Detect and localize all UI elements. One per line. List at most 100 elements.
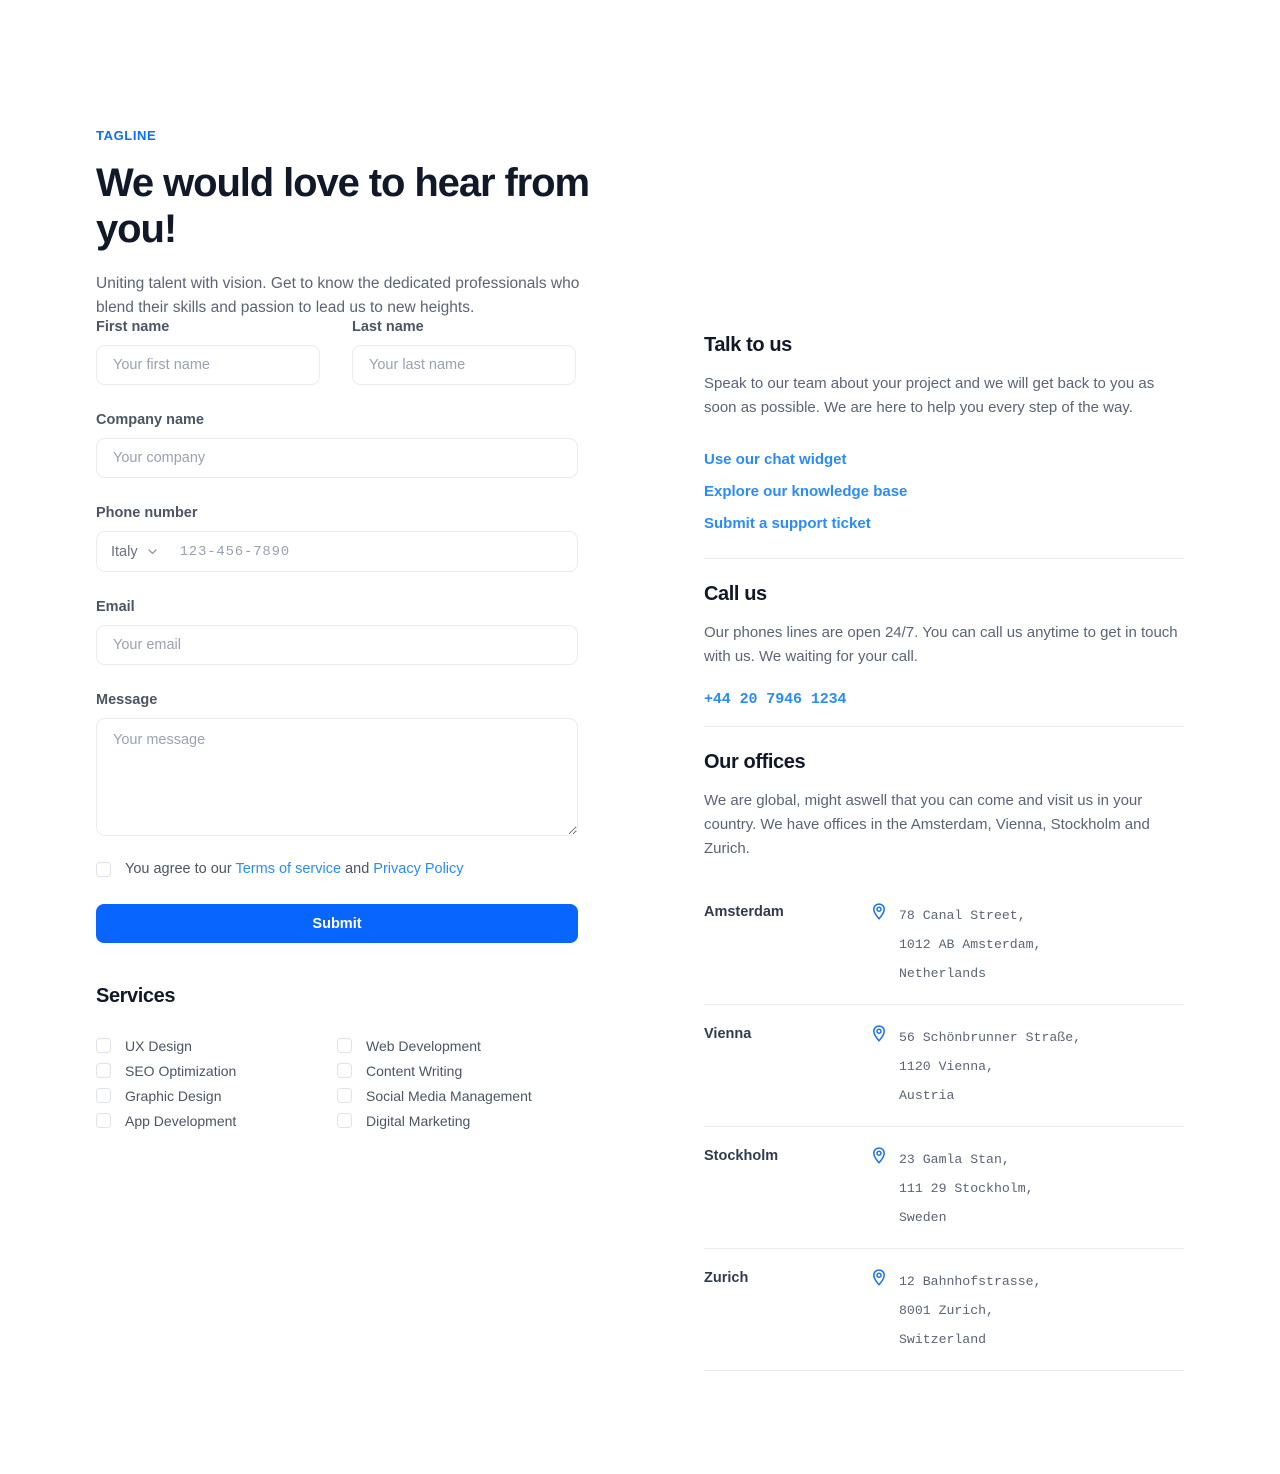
terms-text-before: You agree to our (125, 861, 236, 877)
office-row: Vienna 56 Schönbrunner Straße, 1120 Vien… (704, 1005, 1184, 1127)
map-pin-icon (873, 1025, 885, 1042)
service-option[interactable]: SEO Optimization (96, 1058, 337, 1083)
privacy-policy-link[interactable]: Privacy Policy (373, 861, 463, 877)
section-divider (704, 558, 1184, 559)
office-city: Stockholm (704, 1148, 779, 1164)
chevron-down-icon (147, 549, 157, 555)
country-select-value: Italy (111, 543, 138, 560)
office-city: Vienna (704, 1026, 752, 1042)
offices-list: Amsterdam 78 Canal Street, 1012 AB Amste… (704, 883, 1184, 1371)
service-option[interactable]: Digital Marketing (337, 1108, 578, 1133)
company-label: Company name (96, 412, 204, 428)
service-label: Digital Marketing (366, 1112, 471, 1129)
office-address-lines: 12 Bahnhofstrasse, 8001 Zurich, Switzerl… (899, 1267, 1041, 1354)
our-offices-section: Our offices We are global, might aswell … (704, 749, 1184, 1371)
submit-button[interactable]: Submit (96, 904, 578, 943)
office-address: 78 Canal Street, 1012 AB Amsterdam, Neth… (872, 901, 1041, 988)
email-label: Email (96, 599, 135, 615)
service-checkbox[interactable] (337, 1088, 352, 1103)
office-address-lines: 23 Gamla Stan, 111 29 Stockholm, Sweden (899, 1145, 1034, 1232)
last-name-field-group: Last name (352, 318, 576, 385)
address-line-3: Netherlands (899, 966, 987, 981)
message-textarea[interactable] (96, 718, 578, 836)
service-label: Content Writing (366, 1062, 463, 1079)
phone-number-input[interactable] (165, 542, 563, 561)
address-line-1: 12 Bahnhofstrasse, (899, 1274, 1042, 1289)
address-line-1: 56 Schönbrunner Straße, (899, 1030, 1082, 1045)
last-name-input[interactable] (352, 345, 576, 385)
map-pin-icon (873, 903, 885, 920)
section-divider (704, 726, 1184, 727)
service-checkbox[interactable] (337, 1038, 352, 1053)
talk-to-us-section: Talk to us Speak to our team about your … (704, 332, 1184, 540)
terms-text-middle: and (341, 861, 374, 877)
office-address: 23 Gamla Stan, 111 29 Stockholm, Sweden (872, 1145, 1034, 1232)
service-option[interactable]: Content Writing (337, 1058, 578, 1083)
page-subtitle: Uniting talent with vision. Get to know … (96, 275, 580, 316)
country-select[interactable]: Italy (111, 544, 166, 560)
terms-agreement-row: You agree to our Terms of service and Pr… (96, 860, 578, 878)
chat-widget-link[interactable]: Use our chat widget (704, 444, 1184, 476)
service-checkbox[interactable] (96, 1038, 111, 1053)
page-title: We would love to hear from you! (96, 161, 590, 251)
services-column-right: Web Development Content Writing Social M… (337, 1033, 578, 1133)
office-address-lines: 78 Canal Street, 1012 AB Amsterdam, Neth… (899, 901, 1041, 988)
service-option[interactable]: App Development (96, 1108, 337, 1133)
company-input[interactable] (96, 438, 578, 478)
message-field-group: Message (96, 691, 578, 836)
terms-agreement-text: You agree to our Terms of service and Pr… (125, 860, 464, 878)
phone-number-link[interactable]: +44 20 7946 1234 (704, 691, 847, 708)
service-checkbox[interactable] (337, 1113, 352, 1128)
first-name-field-group: First name (96, 318, 320, 385)
talk-to-us-body: Speak to our team about your project and… (704, 375, 1155, 416)
email-field-group: Email (96, 598, 578, 665)
last-name-label: Last name (352, 319, 424, 335)
knowledge-base-link[interactable]: Explore our knowledge base (704, 476, 1184, 508)
tagline: TAGLINE (96, 128, 157, 143)
email-input[interactable] (96, 625, 578, 665)
address-line-2: 1012 AB Amsterdam, (899, 937, 1042, 952)
address-line-3: Switzerland (899, 1332, 987, 1347)
service-checkbox[interactable] (96, 1063, 111, 1078)
address-line-1: 78 Canal Street, (899, 908, 1026, 923)
service-option[interactable]: UX Design (96, 1033, 337, 1058)
terms-of-service-link[interactable]: Terms of service (235, 861, 341, 877)
office-row: Zurich 12 Bahnhofstrasse, 8001 Zurich, S… (704, 1249, 1184, 1371)
office-city: Zurich (704, 1270, 749, 1286)
service-label: SEO Optimization (125, 1062, 237, 1079)
call-us-section: Call us Our phones lines are open 24/7. … (704, 581, 1184, 708)
service-label: UX Design (125, 1037, 192, 1054)
service-label: App Development (125, 1112, 237, 1129)
service-label: Web Development (366, 1037, 481, 1054)
first-name-input[interactable] (96, 345, 320, 385)
phone-input-wrapper: Italy (96, 531, 578, 572)
support-ticket-link[interactable]: Submit a support ticket (704, 508, 1184, 540)
services-checkbox-grid: UX Design SEO Optimization Graphic Desig… (96, 1033, 578, 1133)
call-us-title: Call us (704, 583, 767, 605)
service-option[interactable]: Web Development (337, 1033, 578, 1058)
call-us-body: Our phones lines are open 24/7. You can … (704, 624, 1178, 665)
office-row: Stockholm 23 Gamla Stan, 111 29 Stockhol… (704, 1127, 1184, 1249)
map-pin-icon (873, 1147, 885, 1164)
service-option[interactable]: Graphic Design (96, 1083, 337, 1108)
service-checkbox[interactable] (96, 1088, 111, 1103)
services-column-left: UX Design SEO Optimization Graphic Desig… (96, 1033, 337, 1133)
name-row: First name Last name (96, 318, 578, 385)
map-pin-icon (873, 1269, 885, 1286)
talk-to-us-links: Use our chat widget Explore our knowledg… (704, 444, 1184, 540)
phone-field-group: Phone number Italy (96, 504, 578, 572)
address-line-3: Austria (899, 1088, 955, 1103)
service-checkbox[interactable] (96, 1113, 111, 1128)
office-address: 56 Schönbrunner Straße, 1120 Vienna, Aus… (872, 1023, 1081, 1110)
contact-form: First name Last name Company name Phone … (96, 318, 578, 1133)
our-offices-title: Our offices (704, 751, 806, 773)
hero-section: TAGLINE We would love to hear from you! … (96, 128, 596, 320)
office-city: Amsterdam (704, 904, 784, 920)
service-checkbox[interactable] (337, 1063, 352, 1078)
address-line-2: 8001 Zurich, (899, 1303, 994, 1318)
message-label: Message (96, 692, 158, 708)
contact-page: TAGLINE We would love to hear from you! … (0, 0, 1280, 1474)
our-offices-body: We are global, might aswell that you can… (704, 792, 1150, 857)
terms-checkbox[interactable] (96, 861, 111, 877)
service-option[interactable]: Social Media Management (337, 1083, 578, 1108)
